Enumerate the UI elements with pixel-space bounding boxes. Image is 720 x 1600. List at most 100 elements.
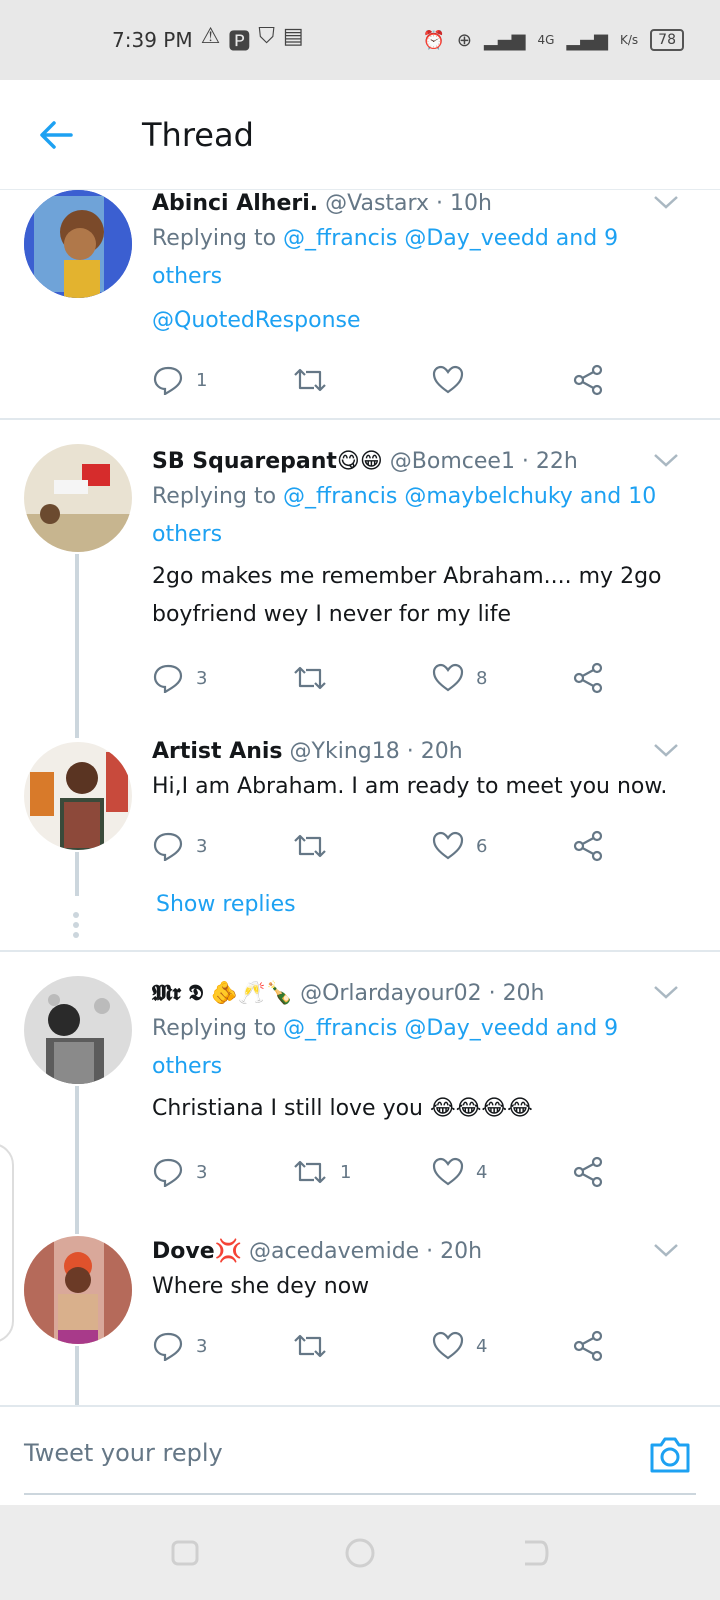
share-button[interactable] bbox=[572, 658, 612, 698]
reply-count: 3 bbox=[196, 835, 208, 857]
share-icon bbox=[573, 830, 603, 862]
heart-icon bbox=[432, 1157, 464, 1186]
retweet-button[interactable] bbox=[292, 360, 432, 400]
reply-button[interactable]: 3 bbox=[152, 658, 292, 698]
tweet-actions: 3 6 bbox=[152, 826, 612, 866]
handle: @acedavemide · 20h bbox=[249, 1239, 483, 1264]
thread-line bbox=[75, 852, 79, 896]
battery-level: 78 bbox=[658, 32, 676, 48]
share-button[interactable] bbox=[572, 360, 612, 400]
like-button[interactable]: 6 bbox=[432, 826, 572, 866]
display-name[interactable]: Abinci Alheri. bbox=[152, 191, 318, 216]
tweet-text[interactable]: 2go makes me remember Abraham.... my 2go… bbox=[152, 558, 668, 634]
share-icon bbox=[573, 364, 603, 396]
alarm-icon: ⏰ bbox=[422, 29, 445, 51]
retweet-button[interactable] bbox=[292, 658, 432, 698]
reply-count: 3 bbox=[196, 667, 208, 689]
retweet-icon bbox=[294, 834, 326, 858]
tweet-header: Artist Anis @Yking18 · 20h bbox=[152, 736, 668, 768]
chevron-down-icon[interactable] bbox=[652, 450, 680, 470]
like-button[interactable]: 4 bbox=[432, 1152, 572, 1192]
show-replies-link[interactable]: Show replies bbox=[156, 892, 296, 917]
replying-to: Replying to @_ffrancis @maybelchuky and … bbox=[152, 478, 668, 554]
reply-button[interactable]: 3 bbox=[152, 1326, 292, 1366]
reply-button[interactable]: 1 bbox=[152, 360, 292, 400]
chevron-down-icon[interactable] bbox=[652, 1240, 680, 1260]
replying-to-prefix: Replying to bbox=[152, 1016, 277, 1041]
display-name[interactable]: Dove💢 bbox=[152, 1239, 242, 1264]
like-count: 4 bbox=[476, 1161, 488, 1183]
thread-line bbox=[75, 554, 79, 738]
page-title: Thread bbox=[142, 115, 254, 154]
retweet-button[interactable]: 1 bbox=[292, 1152, 432, 1192]
tweet-content: Abinci Alheri. @Vastarx · 10h Replying t… bbox=[152, 190, 668, 340]
retweet-button[interactable] bbox=[292, 826, 432, 866]
avatar[interactable] bbox=[24, 976, 132, 1084]
reply-button[interactable]: 3 bbox=[152, 826, 292, 866]
thread-dots bbox=[73, 912, 81, 942]
battery-icon: 78 bbox=[650, 29, 684, 51]
tweet-text[interactable]: Christiana I still love you 😂😂😂😂 bbox=[152, 1090, 668, 1128]
display-name[interactable]: Artist Anis bbox=[152, 739, 283, 764]
display-name[interactable]: SB Squarepant😋😁 bbox=[152, 449, 383, 474]
back-nav-icon[interactable] bbox=[517, 1536, 551, 1570]
tweet-text[interactable]: Where she dey now bbox=[152, 1268, 668, 1306]
chevron-down-icon[interactable] bbox=[652, 740, 680, 760]
reply-count: 3 bbox=[196, 1161, 208, 1183]
thread-timeline[interactable]: Abinci Alheri. @Vastarx · 10h Replying t… bbox=[0, 190, 720, 1405]
like-button[interactable]: 8 bbox=[432, 658, 572, 698]
avatar[interactable] bbox=[24, 742, 132, 850]
tweet-text[interactable]: @QuotedResponse bbox=[152, 302, 668, 340]
chevron-down-icon[interactable] bbox=[652, 982, 680, 1002]
tweet-actions: 3 4 bbox=[152, 1326, 612, 1366]
avatar[interactable] bbox=[24, 1236, 132, 1344]
like-count: 6 bbox=[476, 835, 488, 857]
like-button[interactable] bbox=[432, 360, 572, 400]
avatar[interactable] bbox=[24, 190, 132, 298]
divider bbox=[0, 418, 720, 420]
status-right-icons: ⏰ ⊕ ▂▄▆ 4G ▂▄▆ K/s 78 bbox=[422, 29, 684, 51]
data-saver-icon: ⊕ bbox=[456, 29, 472, 51]
share-button[interactable] bbox=[572, 1152, 612, 1192]
share-icon bbox=[573, 1156, 603, 1188]
handle: @Bomcee1 · 22h bbox=[389, 449, 578, 474]
back-button[interactable] bbox=[26, 105, 86, 165]
tweet-actions: 3 8 bbox=[152, 658, 612, 698]
home-icon[interactable] bbox=[343, 1536, 377, 1570]
retweet-icon bbox=[294, 1160, 326, 1184]
share-icon bbox=[573, 662, 603, 694]
chevron-down-icon[interactable] bbox=[652, 192, 680, 212]
reply-icon bbox=[153, 1332, 183, 1361]
retweet-count: 1 bbox=[340, 1161, 352, 1183]
camera-icon[interactable] bbox=[648, 1435, 692, 1475]
like-button[interactable]: 4 bbox=[432, 1326, 572, 1366]
shield-icon: ⛉ bbox=[258, 24, 275, 49]
reply-icon bbox=[153, 1158, 183, 1187]
replying-to: Replying to @_ffrancis @Day_veedd and 9 … bbox=[152, 1010, 668, 1086]
replying-to-prefix: Replying to bbox=[152, 484, 277, 509]
tweet-actions: 1 bbox=[152, 360, 612, 400]
parking-icon: 🅿 bbox=[228, 30, 251, 55]
retweet-icon bbox=[294, 666, 326, 690]
floating-side-tab[interactable] bbox=[0, 1143, 14, 1343]
retweet-icon bbox=[294, 1334, 326, 1358]
signal-icon: ▂▄▆ bbox=[484, 29, 526, 51]
reply-icon bbox=[153, 366, 183, 395]
reply-bar: Tweet your reply bbox=[0, 1405, 720, 1505]
share-button[interactable] bbox=[572, 1326, 612, 1366]
status-bar: 7:39 PM ⚠ 🅿 ⛉ ▤ ⏰ ⊕ ▂▄▆ 4G ▂▄▆ K/s 78 bbox=[0, 0, 720, 80]
share-button[interactable] bbox=[572, 826, 612, 866]
handle: @Yking18 · 20h bbox=[289, 739, 463, 764]
handle: @Orlardayour02 · 20h bbox=[300, 981, 545, 1006]
reply-input[interactable]: Tweet your reply bbox=[24, 1439, 223, 1467]
tweet-text[interactable]: Hi,I am Abraham. I am ready to meet you … bbox=[152, 768, 668, 806]
avatar[interactable] bbox=[24, 444, 132, 552]
reply-button[interactable]: 3 bbox=[152, 1152, 292, 1192]
status-time: 7:39 PM bbox=[112, 28, 193, 52]
retweet-button[interactable] bbox=[292, 1326, 432, 1366]
display-name[interactable]: 𝕸𝖗 𝕯 🫵🥂🍾 bbox=[152, 981, 293, 1006]
header: Thread bbox=[0, 80, 720, 190]
recent-apps-icon[interactable] bbox=[169, 1536, 203, 1570]
tweet-content: SB Squarepant😋😁 @Bomcee1 · 22h Replying … bbox=[152, 446, 668, 634]
replying-to: Replying to @_ffrancis @Day_veedd and 9 … bbox=[152, 220, 668, 296]
